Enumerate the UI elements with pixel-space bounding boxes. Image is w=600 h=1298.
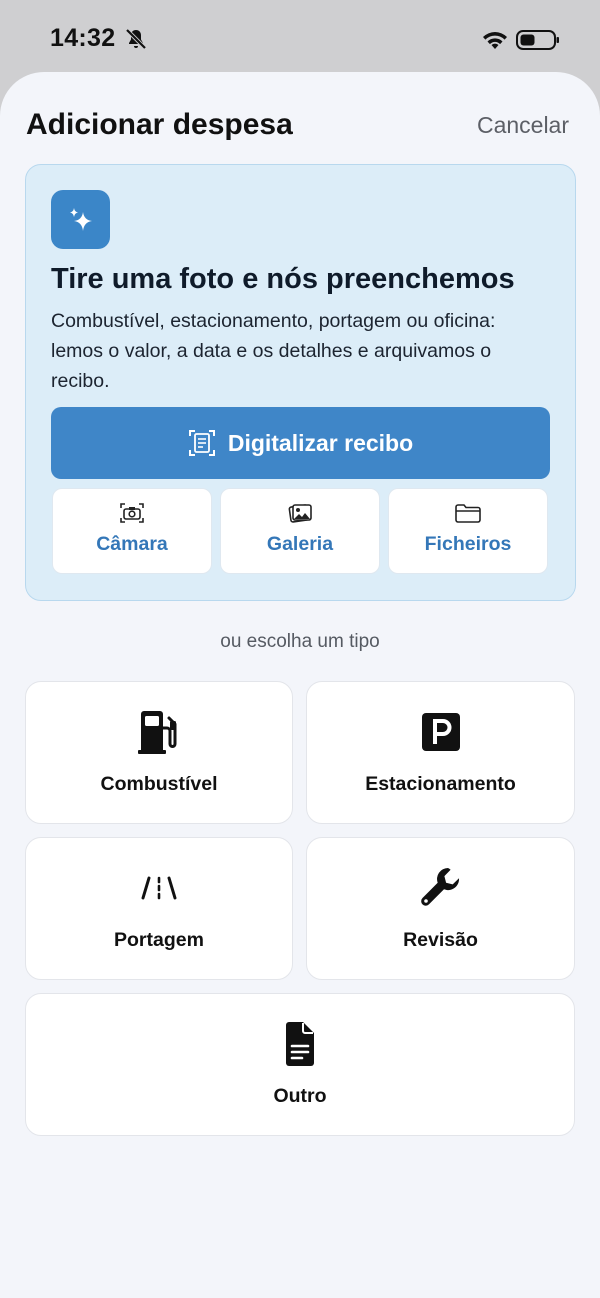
camera-button[interactable]: Câmara (52, 488, 212, 574)
type-other-label: Outro (273, 1085, 327, 1107)
sparkles-icon (51, 190, 110, 249)
camera-icon (120, 503, 144, 523)
scan-button-label: Digitalizar recibo (227, 429, 414, 456)
camera-label: Câmara (96, 533, 168, 555)
type-toll[interactable]: Portagem (25, 837, 293, 980)
files-button[interactable]: Ficheiros (388, 488, 548, 574)
page-title: Adicionar despesa (26, 108, 293, 141)
gallery-button[interactable]: Galeria (220, 488, 380, 574)
road-icon (141, 876, 177, 900)
parking-icon (421, 713, 460, 751)
status-time: 14:32 (50, 24, 116, 52)
type-fuel[interactable]: Combustível (25, 681, 293, 824)
type-parking-label: Estacionamento (365, 773, 516, 795)
files-label: Ficheiros (424, 533, 512, 555)
add-expense-sheet: Adicionar despesa Cancelar Tire uma foto… (0, 72, 600, 1298)
type-fuel-label: Combustível (100, 773, 218, 795)
type-parking[interactable]: Estacionamento (306, 681, 575, 824)
fuel-pump-icon (138, 711, 177, 754)
type-other[interactable]: Outro (25, 993, 575, 1136)
folder-icon (455, 504, 481, 523)
scan-receipt-button[interactable]: Digitalizar recibo (51, 407, 550, 479)
status-bar: 14:32 (0, 0, 600, 78)
wifi-icon (483, 32, 507, 49)
type-service-label: Revisão (403, 929, 478, 951)
type-toll-label: Portagem (114, 929, 204, 951)
divider-text: ou escolha um tipo (220, 631, 380, 652)
bell-slash-icon (125, 28, 147, 50)
scan-receipt-card: Tire uma foto e nós preenchemos Combustí… (25, 164, 576, 601)
type-service[interactable]: Revisão (306, 837, 575, 980)
card-heading: Tire uma foto e nós preenchemos (51, 263, 515, 295)
card-description: Combustível, estacionamento, portagem ou… (51, 310, 496, 392)
document-scan-icon (188, 430, 215, 456)
cancel-button[interactable]: Cancelar (477, 112, 569, 139)
gallery-label: Galeria (266, 533, 334, 555)
wrench-icon (420, 868, 459, 906)
battery-icon (516, 30, 559, 50)
document-icon (286, 1022, 314, 1066)
photo-gallery-icon (288, 504, 312, 523)
